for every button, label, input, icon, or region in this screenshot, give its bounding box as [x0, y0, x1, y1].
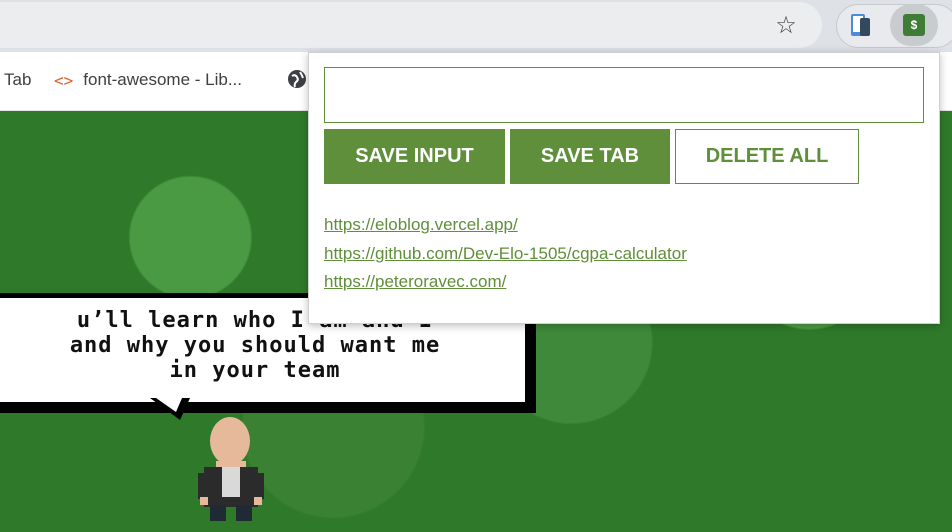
- leads-list: https://eloblog.vercel.app/ https://gith…: [324, 211, 687, 297]
- dollar-icon: $: [903, 14, 925, 36]
- bookmark-label: Tab: [4, 70, 32, 89]
- code-brackets-icon: <>: [54, 70, 74, 90]
- save-input-button[interactable]: SAVE INPUT: [324, 129, 505, 184]
- star-outline-icon[interactable]: ☆: [770, 10, 802, 40]
- save-tab-button[interactable]: SAVE TAB: [510, 129, 670, 184]
- bookmark-font-awesome[interactable]: <> font-awesome - Lib...: [54, 70, 242, 90]
- pixel-character: [198, 417, 264, 521]
- globe-icon[interactable]: [286, 68, 308, 90]
- speech-bubble-tail: [150, 398, 190, 420]
- lead-input[interactable]: [324, 67, 924, 123]
- lead-link[interactable]: https://eloblog.vercel.app/: [324, 211, 687, 240]
- dollar-leads-extension-icon[interactable]: $: [890, 4, 938, 46]
- leads-tracker-popup: SAVE INPUT SAVE TAB DELETE ALL https://e…: [308, 52, 940, 324]
- bookmark-tab[interactable]: Tab: [4, 70, 31, 90]
- lead-link[interactable]: https://github.com/Dev-Elo-1505/cgpa-cal…: [324, 240, 687, 269]
- speech-line: in your team: [169, 358, 341, 383]
- phone-clipboard-extension-icon[interactable]: [846, 10, 876, 40]
- speech-line: and why you should want me: [69, 333, 441, 358]
- bookmark-label: font-awesome - Lib...: [83, 70, 243, 89]
- lead-link[interactable]: https://peteroravec.com/: [324, 268, 687, 297]
- address-bar[interactable]: [0, 2, 822, 48]
- browser-toolbar: ☆ $: [0, 0, 952, 52]
- delete-all-button[interactable]: DELETE ALL: [675, 129, 859, 184]
